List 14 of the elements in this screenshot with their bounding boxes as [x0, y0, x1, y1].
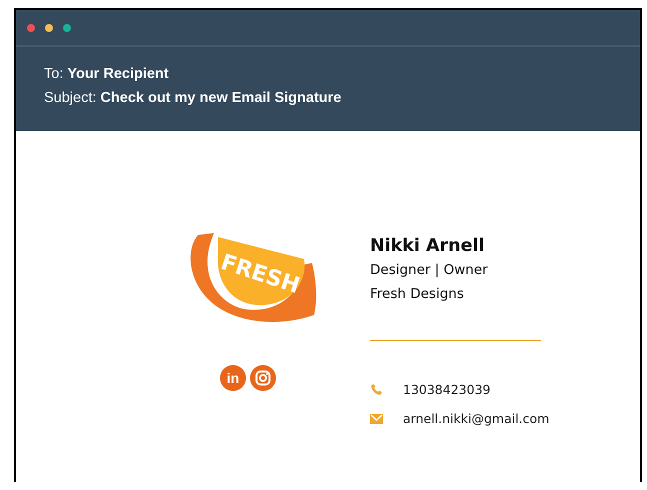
window-control-dot[interactable] [27, 24, 35, 32]
company-name: Fresh Designs [370, 285, 465, 304]
to-line: To: Your Recipient [44, 65, 170, 84]
phone-icon [370, 383, 383, 396]
window-control-dot[interactable] [45, 24, 53, 32]
email-address[interactable]: arnell.nikki@gmail.com [403, 411, 550, 426]
instagram-icon [255, 370, 271, 386]
mail-icon [370, 414, 383, 424]
job-title: Designer | Owner [370, 261, 489, 280]
instagram-link[interactable] [250, 365, 276, 391]
subject-line: Subject: Check out my new Email Signature [44, 89, 342, 108]
window-control-dot[interactable] [63, 24, 71, 32]
phone-number: 13038423039 [403, 382, 490, 397]
signature-name: Nikki Arnell [370, 235, 486, 258]
